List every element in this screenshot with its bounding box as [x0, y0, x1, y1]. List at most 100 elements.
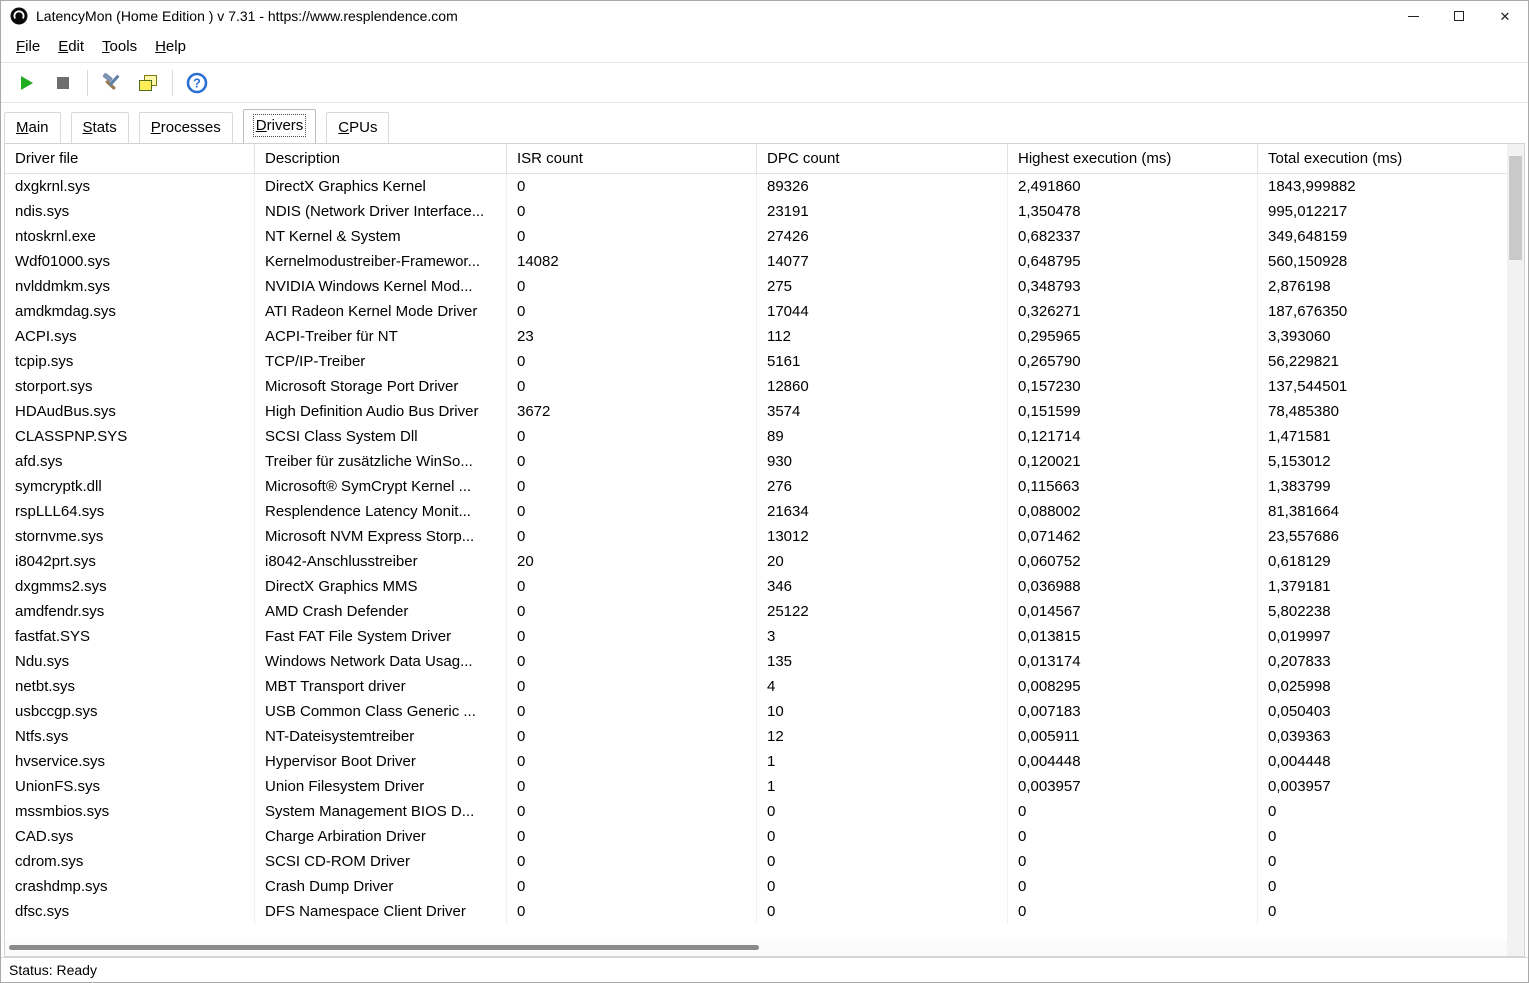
table-cell: 137,544501: [1258, 374, 1507, 399]
table-row[interactable]: dxgmms2.sysDirectX Graphics MMS03460,036…: [5, 574, 1507, 599]
maximize-icon: [1454, 11, 1464, 21]
table-row[interactable]: cdrom.sysSCSI CD-ROM Driver0000: [5, 849, 1507, 874]
table-cell: UnionFS.sys: [5, 774, 255, 799]
window-controls: ✕: [1390, 1, 1528, 31]
tab-processes[interactable]: Processes: [139, 112, 233, 143]
toolbar-separator: [172, 70, 173, 96]
table-row[interactable]: UnionFS.sysUnion Filesystem Driver010,00…: [5, 774, 1507, 799]
menu-file[interactable]: File: [7, 34, 49, 59]
table-cell: 0: [507, 874, 757, 899]
status-text: Status: Ready: [9, 962, 97, 978]
menu-tools[interactable]: Tools: [93, 34, 146, 59]
column-header-dpc-count[interactable]: DPC count: [757, 144, 1008, 173]
table-cell: 0: [507, 599, 757, 624]
table-cell: 20: [757, 549, 1008, 574]
table-row[interactable]: crashdmp.sysCrash Dump Driver0000: [5, 874, 1507, 899]
tab-cpus[interactable]: CPUs: [326, 112, 389, 143]
help-icon: ?: [186, 72, 208, 94]
table-row[interactable]: mssmbios.sysSystem Management BIOS D...0…: [5, 799, 1507, 824]
table-cell: dxgmms2.sys: [5, 574, 255, 599]
table-cell: dfsc.sys: [5, 899, 255, 924]
table-cell: 0: [1008, 799, 1258, 824]
table-row[interactable]: Ndu.sysWindows Network Data Usag...01350…: [5, 649, 1507, 674]
table-cell: 0: [1258, 899, 1507, 924]
column-header-driver-file[interactable]: Driver file: [5, 144, 255, 173]
stop-button[interactable]: [45, 67, 81, 99]
table-row[interactable]: ndis.sysNDIS (Network Driver Interface..…: [5, 199, 1507, 224]
table-cell: 0: [507, 574, 757, 599]
table-row[interactable]: CAD.sysCharge Arbiration Driver0000: [5, 824, 1507, 849]
tab-main-label: Main: [16, 119, 49, 136]
table-cell: 25122: [757, 599, 1008, 624]
table-row[interactable]: dfsc.sysDFS Namespace Client Driver0000: [5, 899, 1507, 924]
vertical-scrollbar-thumb[interactable]: [1509, 156, 1522, 260]
table-row[interactable]: dxgkrnl.sysDirectX Graphics Kernel089326…: [5, 174, 1507, 199]
table-cell: stornvme.sys: [5, 524, 255, 549]
table-row[interactable]: amdkmdag.sysATI Radeon Kernel Mode Drive…: [5, 299, 1507, 324]
tab-stats[interactable]: Stats: [71, 112, 129, 143]
table-row[interactable]: amdfendr.sysAMD Crash Defender0251220,01…: [5, 599, 1507, 624]
table-row[interactable]: netbt.sysMBT Transport driver040,0082950…: [5, 674, 1507, 699]
table-cell: 81,381664: [1258, 499, 1507, 524]
table-row[interactable]: usbccgp.sysUSB Common Class Generic ...0…: [5, 699, 1507, 724]
table-cell: 0: [507, 474, 757, 499]
help-button[interactable]: ?: [179, 67, 215, 99]
table-row[interactable]: hvservice.sysHypervisor Boot Driver010,0…: [5, 749, 1507, 774]
table-row[interactable]: nvlddmkm.sysNVIDIA Windows Kernel Mod...…: [5, 274, 1507, 299]
table-cell: 0,648795: [1008, 249, 1258, 274]
table-cell: 0: [507, 699, 757, 724]
table-cell: 0,014567: [1008, 599, 1258, 624]
table-row[interactable]: storport.sysMicrosoft Storage Port Drive…: [5, 374, 1507, 399]
horizontal-scrollbar[interactable]: [5, 939, 1507, 956]
table-row[interactable]: ntoskrnl.exeNT Kernel & System0274260,68…: [5, 224, 1507, 249]
menu-edit[interactable]: Edit: [49, 34, 93, 59]
table-row[interactable]: i8042prt.sysi8042-Anschlusstreiber20200,…: [5, 549, 1507, 574]
copy-button[interactable]: [130, 67, 166, 99]
table-cell: 3672: [507, 399, 757, 424]
table-cell: 276: [757, 474, 1008, 499]
column-header-highest-execution[interactable]: Highest execution (ms): [1008, 144, 1258, 173]
horizontal-scrollbar-thumb[interactable]: [9, 945, 759, 950]
table-cell: 17044: [757, 299, 1008, 324]
column-header-total-execution[interactable]: Total execution (ms): [1258, 144, 1507, 173]
table-row[interactable]: Ntfs.sysNT-Dateisystemtreiber0120,005911…: [5, 724, 1507, 749]
vertical-scrollbar[interactable]: [1507, 144, 1524, 939]
close-button[interactable]: ✕: [1482, 1, 1528, 31]
table-cell: 0: [1008, 874, 1258, 899]
table-cell: 0,025998: [1258, 674, 1507, 699]
column-header-isr-count[interactable]: ISR count: [507, 144, 757, 173]
table-row[interactable]: rspLLL64.sysResplendence Latency Monit..…: [5, 499, 1507, 524]
table-row[interactable]: ACPI.sysACPI-Treiber für NT231120,295965…: [5, 324, 1507, 349]
table-cell: 275: [757, 274, 1008, 299]
table-row[interactable]: CLASSPNP.SYSSCSI Class System Dll0890,12…: [5, 424, 1507, 449]
table-cell: NVIDIA Windows Kernel Mod...: [255, 274, 507, 299]
table-cell: tcpip.sys: [5, 349, 255, 374]
table-cell: 0: [1258, 824, 1507, 849]
table-cell: 0: [507, 174, 757, 199]
run-button[interactable]: [9, 67, 45, 99]
table-cell: AMD Crash Defender: [255, 599, 507, 624]
table-row[interactable]: afd.sysTreiber für zusätzliche WinSo...0…: [5, 449, 1507, 474]
table-row[interactable]: symcryptk.dllMicrosoft® SymCrypt Kernel …: [5, 474, 1507, 499]
tab-processes-label: Processes: [151, 119, 221, 136]
table-cell: 0,207833: [1258, 649, 1507, 674]
maximize-button[interactable]: [1436, 1, 1482, 31]
tab-main[interactable]: Main: [4, 112, 61, 143]
table-row[interactable]: Wdf01000.sysKernelmodustreiber-Framewor.…: [5, 249, 1507, 274]
table-cell: 23,557686: [1258, 524, 1507, 549]
table-row[interactable]: stornvme.sysMicrosoft NVM Express Storp.…: [5, 524, 1507, 549]
table-row[interactable]: fastfat.SYSFast FAT File System Driver03…: [5, 624, 1507, 649]
table-cell: Ndu.sys: [5, 649, 255, 674]
table-row[interactable]: HDAudBus.sysHigh Definition Audio Bus Dr…: [5, 399, 1507, 424]
tab-drivers[interactable]: Drivers: [243, 109, 317, 143]
table-cell: 0: [1008, 849, 1258, 874]
table-cell: 89: [757, 424, 1008, 449]
table-cell: 0,326271: [1008, 299, 1258, 324]
tab-drivers-label: Drivers: [256, 117, 304, 134]
column-header-description[interactable]: Description: [255, 144, 507, 173]
menu-help[interactable]: Help: [146, 34, 195, 59]
table-row[interactable]: tcpip.sysTCP/IP-Treiber051610,26579056,2…: [5, 349, 1507, 374]
minimize-button[interactable]: [1390, 1, 1436, 31]
tools-button[interactable]: [94, 67, 130, 99]
svg-text:?: ?: [193, 76, 201, 90]
